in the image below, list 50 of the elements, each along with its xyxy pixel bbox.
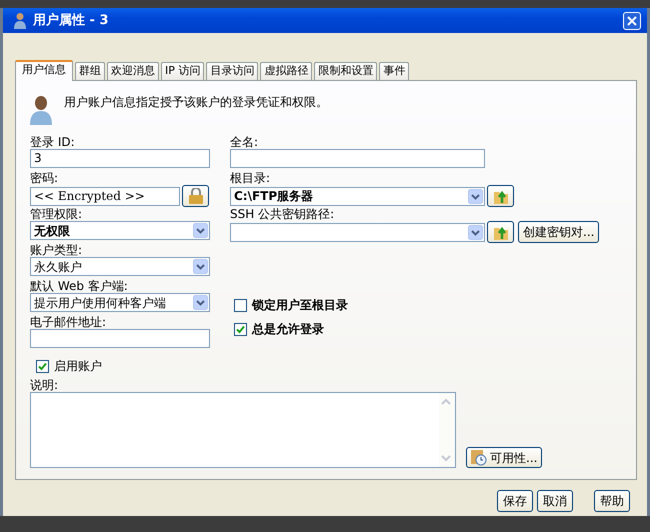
tab[interactable]: 事件: [379, 62, 410, 80]
lock-button[interactable]: [182, 185, 209, 207]
availability-button[interactable]: 可用性...: [466, 447, 542, 468]
dialog-button[interactable]: 取消: [537, 490, 573, 512]
browse-folder-button[interactable]: [487, 185, 514, 207]
field-label: SSH 公共密钥路径:: [230, 207, 336, 221]
tab[interactable]: 群组: [75, 62, 105, 80]
checkbox[interactable]: [234, 298, 247, 312]
select-field[interactable]: 提示用户使用何种客户端: [30, 293, 210, 312]
select-field[interactable]: C:\FTP服务器: [230, 186, 485, 206]
close-icon: [627, 16, 637, 26]
field-label: 登录 ID:: [30, 135, 76, 149]
field-label: 电子邮件地址:: [30, 315, 108, 329]
tab[interactable]: 限制和设置: [314, 62, 378, 80]
clock-icon: [471, 450, 487, 466]
checkbox[interactable]: [36, 360, 49, 372]
tab[interactable]: 目录访问: [206, 62, 258, 80]
dialog-button[interactable]: 保存: [497, 490, 533, 512]
tab[interactable]: 虚拟路径: [260, 62, 312, 80]
text-field[interactable]: [30, 329, 210, 348]
text-field[interactable]: [230, 149, 485, 168]
lock-icon: [186, 188, 204, 204]
window-title: 用户属性 - 3: [33, 14, 110, 28]
info-text: 用户账户信息指定授予该账户的登录凭证和权限。: [64, 95, 328, 111]
browse-folder-button[interactable]: [487, 221, 514, 243]
select-field[interactable]: 无权限: [30, 221, 210, 240]
description-field[interactable]: [30, 392, 456, 468]
tab[interactable]: 用户信息: [15, 60, 73, 81]
text-field[interactable]: 3: [30, 149, 210, 168]
field-label: 根目录:: [230, 171, 272, 185]
select-field[interactable]: 永久账户: [30, 257, 210, 276]
tab[interactable]: 欢迎消息: [107, 62, 159, 80]
field-label: 全名:: [230, 135, 260, 149]
checkbox-label: 锁定用户至根目录: [252, 298, 348, 312]
field-label: 密码:: [30, 171, 60, 185]
select-field[interactable]: [230, 222, 485, 242]
dialog-button[interactable]: 帮助: [594, 490, 630, 512]
user-icon: [30, 95, 52, 125]
field-label: 默认 Web 客户端:: [30, 279, 129, 293]
password-field[interactable]: << Encrypted >>: [30, 186, 180, 206]
create-key-pair-button[interactable]: 创建密钥对...: [518, 221, 600, 243]
field-label: 管理权限:: [30, 207, 84, 221]
checkbox-label: 总是允许登录: [252, 322, 324, 336]
field-label: 说明:: [30, 378, 60, 392]
checkbox-label: 启用账户: [54, 359, 102, 373]
close-button[interactable]: [623, 12, 641, 30]
checkbox[interactable]: [234, 322, 247, 336]
tab[interactable]: IP 访问: [161, 62, 204, 80]
user-icon: [13, 12, 27, 29]
field-label: 账户类型:: [30, 243, 84, 257]
